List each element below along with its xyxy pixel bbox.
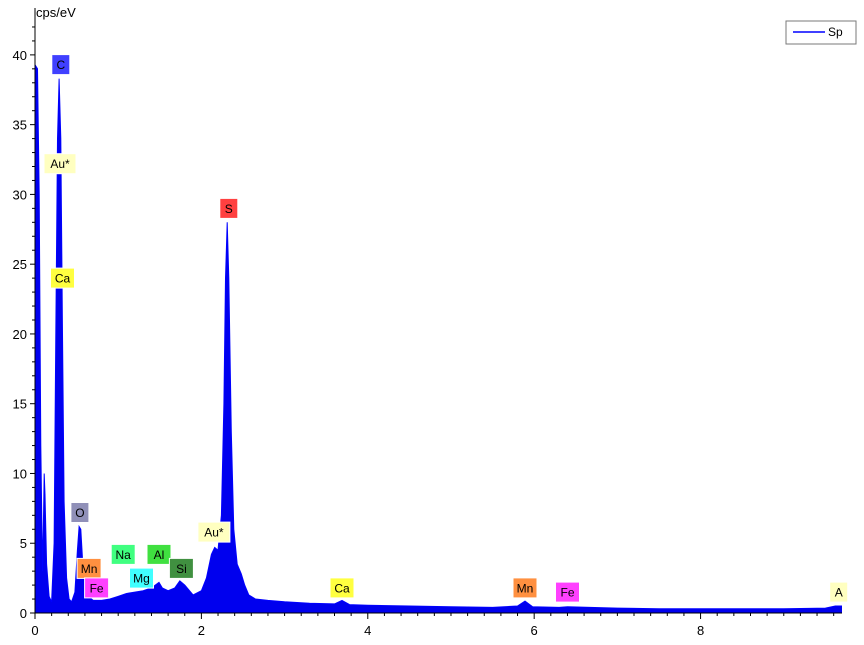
element-label-o[interactable]: O bbox=[70, 502, 90, 523]
element-label-na[interactable]: Na bbox=[110, 543, 136, 565]
element-label-fe[interactable]: Fe bbox=[84, 577, 110, 599]
legend-label: Sp bbox=[828, 25, 843, 39]
element-label-c[interactable]: C bbox=[51, 54, 71, 76]
y-tick-label: 20 bbox=[13, 327, 27, 342]
element-label-text: S bbox=[225, 202, 233, 216]
element-label-text: A bbox=[835, 586, 843, 600]
element-label-s[interactable]: S bbox=[219, 197, 239, 219]
element-label-text: O bbox=[75, 506, 84, 520]
element-label-text: Mn bbox=[81, 562, 98, 576]
element-label-text: Au* bbox=[50, 157, 70, 171]
element-label-a[interactable]: A bbox=[829, 581, 849, 603]
element-label-text: Mn bbox=[517, 581, 534, 595]
y-tick-label: 0 bbox=[20, 606, 27, 621]
y-tick-label: 40 bbox=[13, 48, 27, 63]
x-tick-label: 2 bbox=[198, 623, 205, 638]
y-tick-label: 10 bbox=[13, 466, 27, 481]
y-tick-label: 35 bbox=[13, 118, 27, 133]
element-label-ca[interactable]: Ca bbox=[50, 267, 75, 289]
element-label-au-star[interactable]: Au* bbox=[43, 153, 77, 175]
element-label-text: Ca bbox=[334, 581, 350, 595]
y-tick-label: 5 bbox=[20, 536, 27, 551]
element-label-text: Fe bbox=[90, 581, 104, 595]
element-label-text: C bbox=[56, 58, 65, 72]
x-tick-label: 8 bbox=[697, 623, 704, 638]
element-label-text: Ca bbox=[55, 272, 71, 286]
eds-spectrum-chart: 0 5 10 15 20 25 30 35 40 0 2 4 6 8 C Au* Ca S O Na Al Au* Mn M… bbox=[0, 0, 864, 645]
element-label-fe[interactable]: Fe bbox=[555, 581, 580, 603]
x-tick-label: 4 bbox=[364, 623, 371, 638]
element-label-mn[interactable]: Mn bbox=[512, 577, 538, 599]
y-tick-label: 15 bbox=[13, 397, 27, 412]
element-label-mn[interactable]: Mn bbox=[76, 557, 102, 579]
element-label-text: Au* bbox=[204, 526, 224, 540]
x-tick-label: 6 bbox=[531, 623, 538, 638]
element-label-al[interactable]: Al bbox=[146, 543, 172, 565]
element-label-text: Mg bbox=[133, 572, 150, 586]
element-label-text: Al bbox=[154, 548, 165, 562]
y-tick-label: 30 bbox=[13, 187, 27, 202]
element-label-ca[interactable]: Ca bbox=[329, 577, 355, 599]
element-label-au-star[interactable]: Au* bbox=[197, 521, 231, 543]
element-label-mg[interactable]: Mg bbox=[129, 567, 154, 589]
element-label-si[interactable]: Si bbox=[168, 557, 194, 579]
element-label-text: Si bbox=[176, 562, 187, 576]
legend[interactable]: Sp bbox=[785, 20, 857, 45]
y-axis-unit-label: cps/eV bbox=[36, 5, 76, 20]
element-label-text: Na bbox=[116, 548, 132, 562]
x-tick-label: 0 bbox=[31, 623, 38, 638]
element-label-text: Fe bbox=[560, 586, 574, 600]
y-tick-label: 25 bbox=[13, 257, 27, 272]
